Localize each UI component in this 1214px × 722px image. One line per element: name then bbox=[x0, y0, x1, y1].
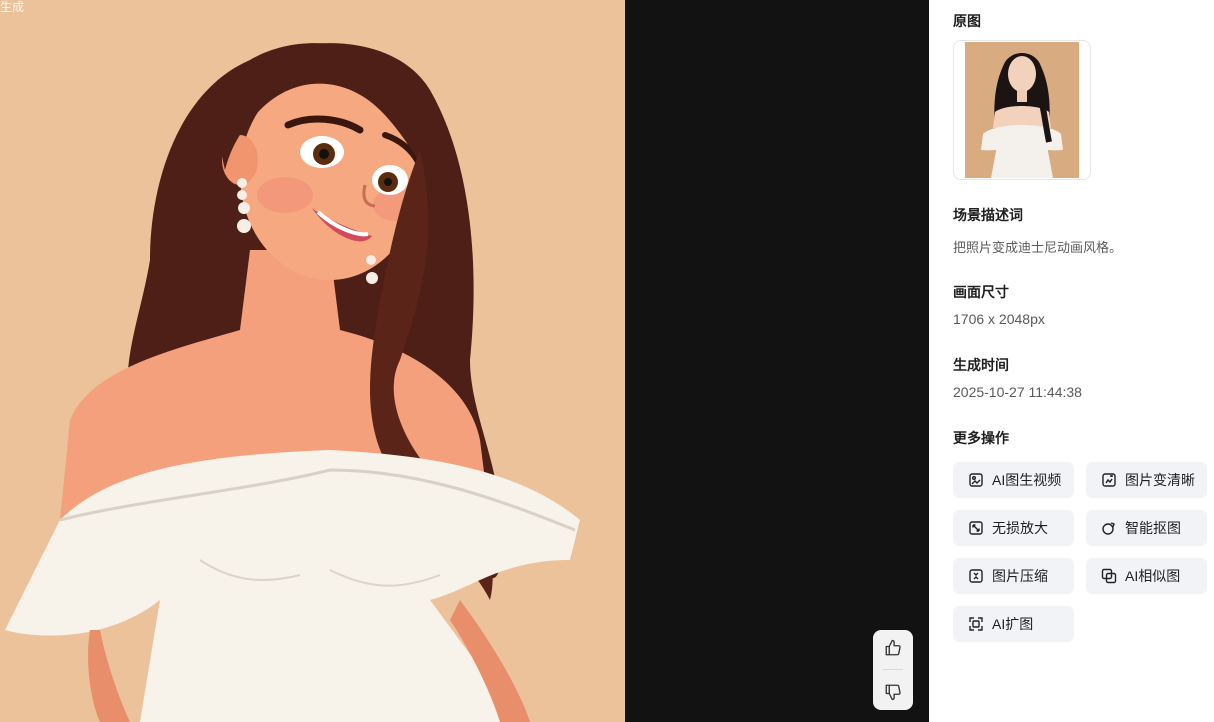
cartoon-portrait bbox=[0, 0, 625, 722]
ai-image-to-video-button[interactable]: AI图生视频 bbox=[953, 462, 1074, 498]
time-title: 生成时间 bbox=[953, 357, 1009, 373]
action-label: AI相似图 bbox=[1125, 568, 1181, 584]
lossless-upscale-button[interactable]: 无损放大 bbox=[953, 510, 1074, 546]
actions-grid: AI图生视频 图片变清晰 无损放大 智能抠图 图片压缩 AI相似图 AI扩图 bbox=[953, 462, 1209, 642]
feedback-divider bbox=[883, 669, 903, 671]
size-title: 画面尺寸 bbox=[953, 284, 1009, 300]
image-video-icon bbox=[968, 472, 984, 488]
compress-icon bbox=[968, 568, 984, 584]
size-value: 1706 x 2048px bbox=[953, 311, 1045, 327]
more-actions-title: 更多操作 bbox=[953, 430, 1009, 446]
action-label: 图片压缩 bbox=[992, 568, 1048, 584]
original-title: 原图 bbox=[953, 13, 981, 29]
action-label: 智能抠图 bbox=[1125, 520, 1181, 536]
ai-similar-image-button[interactable]: AI相似图 bbox=[1086, 558, 1207, 594]
image-compress-button[interactable]: 图片压缩 bbox=[953, 558, 1074, 594]
expand-image-icon bbox=[968, 616, 984, 632]
similar-image-icon bbox=[1101, 568, 1117, 584]
preview-stage: 生成 bbox=[0, 0, 929, 722]
prompt-text: 把照片变成迪士尼动画风格。 bbox=[953, 240, 1123, 255]
thumbs-up-icon[interactable] bbox=[879, 634, 907, 662]
time-value: 2025-10-27 11:44:38 bbox=[953, 384, 1082, 400]
thumbs-down-icon[interactable] bbox=[879, 678, 907, 706]
feedback-bar bbox=[873, 630, 913, 710]
action-label: AI图生视频 bbox=[992, 472, 1062, 488]
prompt-title: 场景描述词 bbox=[953, 207, 1023, 223]
smart-cutout-button[interactable]: 智能抠图 bbox=[1086, 510, 1207, 546]
ai-expand-image-button[interactable]: AI扩图 bbox=[953, 606, 1074, 642]
result-badge: 生成 bbox=[0, 0, 25, 14]
action-label: 图片变清晰 bbox=[1125, 472, 1195, 488]
cutout-icon bbox=[1101, 520, 1117, 536]
original-photo bbox=[965, 42, 1079, 178]
image-sharpen-button[interactable]: 图片变清晰 bbox=[1086, 462, 1207, 498]
image-sharpen-icon bbox=[1101, 472, 1117, 488]
detail-panel: 原图 场景描述词 把照片变成迪士尼动画风格。 画面尺寸 1706 x 2048p… bbox=[929, 0, 1214, 722]
upscale-icon bbox=[968, 520, 984, 536]
action-label: AI扩图 bbox=[992, 616, 1034, 632]
original-thumbnail[interactable] bbox=[953, 40, 1091, 180]
generated-image[interactable] bbox=[0, 0, 625, 722]
action-label: 无损放大 bbox=[992, 520, 1048, 536]
